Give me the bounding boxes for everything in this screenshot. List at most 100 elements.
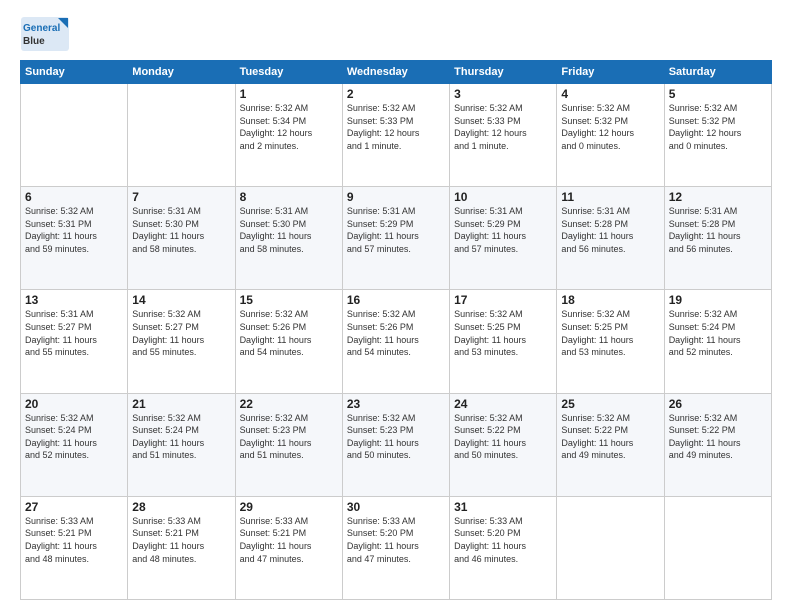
- day-number: 5: [669, 87, 767, 101]
- calendar-header-row: SundayMondayTuesdayWednesdayThursdayFrid…: [21, 61, 772, 84]
- calendar-cell: 26Sunrise: 5:32 AM Sunset: 5:22 PM Dayli…: [664, 393, 771, 496]
- calendar-cell: 31Sunrise: 5:33 AM Sunset: 5:20 PM Dayli…: [450, 496, 557, 599]
- day-number: 10: [454, 190, 552, 204]
- calendar-cell: 17Sunrise: 5:32 AM Sunset: 5:25 PM Dayli…: [450, 290, 557, 393]
- cell-info: Sunrise: 5:31 AM Sunset: 5:27 PM Dayligh…: [25, 308, 123, 358]
- day-number: 26: [669, 397, 767, 411]
- calendar-cell: 7Sunrise: 5:31 AM Sunset: 5:30 PM Daylig…: [128, 187, 235, 290]
- day-number: 31: [454, 500, 552, 514]
- cell-info: Sunrise: 5:33 AM Sunset: 5:20 PM Dayligh…: [454, 515, 552, 565]
- cell-info: Sunrise: 5:33 AM Sunset: 5:20 PM Dayligh…: [347, 515, 445, 565]
- calendar-cell: 14Sunrise: 5:32 AM Sunset: 5:27 PM Dayli…: [128, 290, 235, 393]
- svg-text:General: General: [23, 23, 60, 34]
- calendar-cell: 23Sunrise: 5:32 AM Sunset: 5:23 PM Dayli…: [342, 393, 449, 496]
- calendar-cell: 11Sunrise: 5:31 AM Sunset: 5:28 PM Dayli…: [557, 187, 664, 290]
- cell-info: Sunrise: 5:32 AM Sunset: 5:34 PM Dayligh…: [240, 102, 338, 152]
- weekday-header-sunday: Sunday: [21, 61, 128, 84]
- cell-info: Sunrise: 5:32 AM Sunset: 5:23 PM Dayligh…: [347, 412, 445, 462]
- day-number: 15: [240, 293, 338, 307]
- calendar-cell: 12Sunrise: 5:31 AM Sunset: 5:28 PM Dayli…: [664, 187, 771, 290]
- day-number: 20: [25, 397, 123, 411]
- cell-info: Sunrise: 5:32 AM Sunset: 5:26 PM Dayligh…: [347, 308, 445, 358]
- cell-info: Sunrise: 5:31 AM Sunset: 5:29 PM Dayligh…: [454, 205, 552, 255]
- cell-info: Sunrise: 5:33 AM Sunset: 5:21 PM Dayligh…: [132, 515, 230, 565]
- cell-info: Sunrise: 5:32 AM Sunset: 5:33 PM Dayligh…: [454, 102, 552, 152]
- page: General Blue SundayMondayTuesdayWednesday…: [0, 0, 792, 612]
- logo: General Blue: [20, 16, 70, 52]
- calendar-week-4: 20Sunrise: 5:32 AM Sunset: 5:24 PM Dayli…: [21, 393, 772, 496]
- day-number: 22: [240, 397, 338, 411]
- day-number: 21: [132, 397, 230, 411]
- day-number: 11: [561, 190, 659, 204]
- day-number: 16: [347, 293, 445, 307]
- day-number: 9: [347, 190, 445, 204]
- day-number: 8: [240, 190, 338, 204]
- cell-info: Sunrise: 5:33 AM Sunset: 5:21 PM Dayligh…: [25, 515, 123, 565]
- day-number: 6: [25, 190, 123, 204]
- calendar-cell: 29Sunrise: 5:33 AM Sunset: 5:21 PM Dayli…: [235, 496, 342, 599]
- cell-info: Sunrise: 5:32 AM Sunset: 5:24 PM Dayligh…: [25, 412, 123, 462]
- calendar-cell: [21, 84, 128, 187]
- calendar-cell: 16Sunrise: 5:32 AM Sunset: 5:26 PM Dayli…: [342, 290, 449, 393]
- day-number: 12: [669, 190, 767, 204]
- cell-info: Sunrise: 5:32 AM Sunset: 5:22 PM Dayligh…: [669, 412, 767, 462]
- cell-info: Sunrise: 5:32 AM Sunset: 5:32 PM Dayligh…: [561, 102, 659, 152]
- day-number: 2: [347, 87, 445, 101]
- calendar-cell: [128, 84, 235, 187]
- cell-info: Sunrise: 5:32 AM Sunset: 5:25 PM Dayligh…: [561, 308, 659, 358]
- weekday-header-friday: Friday: [557, 61, 664, 84]
- cell-info: Sunrise: 5:31 AM Sunset: 5:28 PM Dayligh…: [669, 205, 767, 255]
- cell-info: Sunrise: 5:32 AM Sunset: 5:24 PM Dayligh…: [669, 308, 767, 358]
- day-number: 17: [454, 293, 552, 307]
- calendar-cell: 1Sunrise: 5:32 AM Sunset: 5:34 PM Daylig…: [235, 84, 342, 187]
- calendar-cell: 28Sunrise: 5:33 AM Sunset: 5:21 PM Dayli…: [128, 496, 235, 599]
- cell-info: Sunrise: 5:32 AM Sunset: 5:23 PM Dayligh…: [240, 412, 338, 462]
- calendar-table: SundayMondayTuesdayWednesdayThursdayFrid…: [20, 60, 772, 600]
- cell-info: Sunrise: 5:31 AM Sunset: 5:30 PM Dayligh…: [132, 205, 230, 255]
- weekday-header-wednesday: Wednesday: [342, 61, 449, 84]
- day-number: 7: [132, 190, 230, 204]
- day-number: 13: [25, 293, 123, 307]
- calendar-cell: 9Sunrise: 5:31 AM Sunset: 5:29 PM Daylig…: [342, 187, 449, 290]
- calendar-cell: 5Sunrise: 5:32 AM Sunset: 5:32 PM Daylig…: [664, 84, 771, 187]
- calendar-cell: 18Sunrise: 5:32 AM Sunset: 5:25 PM Dayli…: [557, 290, 664, 393]
- weekday-header-thursday: Thursday: [450, 61, 557, 84]
- day-number: 23: [347, 397, 445, 411]
- day-number: 1: [240, 87, 338, 101]
- svg-text:Blue: Blue: [23, 36, 45, 47]
- cell-info: Sunrise: 5:32 AM Sunset: 5:24 PM Dayligh…: [132, 412, 230, 462]
- calendar-cell: 3Sunrise: 5:32 AM Sunset: 5:33 PM Daylig…: [450, 84, 557, 187]
- calendar-week-2: 6Sunrise: 5:32 AM Sunset: 5:31 PM Daylig…: [21, 187, 772, 290]
- day-number: 25: [561, 397, 659, 411]
- day-number: 30: [347, 500, 445, 514]
- cell-info: Sunrise: 5:32 AM Sunset: 5:32 PM Dayligh…: [669, 102, 767, 152]
- cell-info: Sunrise: 5:32 AM Sunset: 5:25 PM Dayligh…: [454, 308, 552, 358]
- calendar-cell: 21Sunrise: 5:32 AM Sunset: 5:24 PM Dayli…: [128, 393, 235, 496]
- calendar-cell: 10Sunrise: 5:31 AM Sunset: 5:29 PM Dayli…: [450, 187, 557, 290]
- cell-info: Sunrise: 5:31 AM Sunset: 5:30 PM Dayligh…: [240, 205, 338, 255]
- cell-info: Sunrise: 5:31 AM Sunset: 5:29 PM Dayligh…: [347, 205, 445, 255]
- weekday-header-saturday: Saturday: [664, 61, 771, 84]
- cell-info: Sunrise: 5:32 AM Sunset: 5:22 PM Dayligh…: [561, 412, 659, 462]
- calendar-cell: 4Sunrise: 5:32 AM Sunset: 5:32 PM Daylig…: [557, 84, 664, 187]
- cell-info: Sunrise: 5:32 AM Sunset: 5:22 PM Dayligh…: [454, 412, 552, 462]
- calendar-cell: 15Sunrise: 5:32 AM Sunset: 5:26 PM Dayli…: [235, 290, 342, 393]
- header: General Blue: [20, 16, 772, 52]
- day-number: 4: [561, 87, 659, 101]
- calendar-week-1: 1Sunrise: 5:32 AM Sunset: 5:34 PM Daylig…: [21, 84, 772, 187]
- day-number: 28: [132, 500, 230, 514]
- calendar-cell: [557, 496, 664, 599]
- calendar-cell: 30Sunrise: 5:33 AM Sunset: 5:20 PM Dayli…: [342, 496, 449, 599]
- day-number: 27: [25, 500, 123, 514]
- calendar-cell: 20Sunrise: 5:32 AM Sunset: 5:24 PM Dayli…: [21, 393, 128, 496]
- day-number: 18: [561, 293, 659, 307]
- logo-svg: General Blue: [20, 16, 70, 52]
- cell-info: Sunrise: 5:31 AM Sunset: 5:28 PM Dayligh…: [561, 205, 659, 255]
- day-number: 24: [454, 397, 552, 411]
- day-number: 3: [454, 87, 552, 101]
- cell-info: Sunrise: 5:33 AM Sunset: 5:21 PM Dayligh…: [240, 515, 338, 565]
- calendar-week-5: 27Sunrise: 5:33 AM Sunset: 5:21 PM Dayli…: [21, 496, 772, 599]
- day-number: 19: [669, 293, 767, 307]
- calendar-cell: 24Sunrise: 5:32 AM Sunset: 5:22 PM Dayli…: [450, 393, 557, 496]
- calendar-cell: 6Sunrise: 5:32 AM Sunset: 5:31 PM Daylig…: [21, 187, 128, 290]
